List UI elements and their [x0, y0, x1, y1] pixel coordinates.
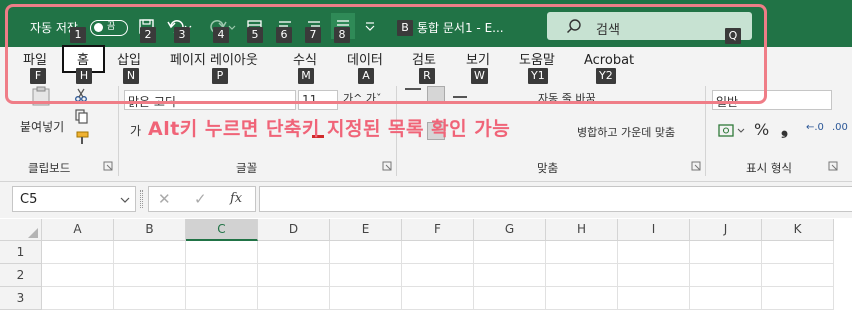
formula-input[interactable] — [259, 186, 852, 212]
clipboard-launcher-icon[interactable] — [103, 161, 113, 171]
column-header-g[interactable]: G — [474, 219, 546, 241]
column-header-j[interactable]: J — [690, 219, 762, 241]
cell-h3[interactable] — [546, 287, 618, 310]
decrease-decimal-button[interactable]: .00 — [832, 122, 848, 133]
comma-style-button[interactable]: ❟ — [781, 118, 788, 139]
keytip-highlight-box — [5, 4, 767, 104]
cell-j2[interactable] — [690, 264, 762, 287]
annotation-callout: Alt키 누르면 단축키 지정된 목록 확인 가능 — [148, 118, 511, 140]
select-all-triangle-icon — [28, 228, 38, 238]
column-header-f[interactable]: F — [402, 219, 474, 241]
insert-function-icon[interactable]: fx — [230, 191, 242, 206]
cancel-icon[interactable]: ✕ — [158, 190, 171, 208]
column-header-d[interactable]: D — [258, 219, 330, 241]
merge-center-button[interactable]: 병합하고 가운데 맞춤 — [577, 124, 675, 140]
format-painter-icon[interactable] — [74, 130, 92, 146]
cell-b2[interactable] — [114, 264, 186, 287]
cell-d1[interactable] — [258, 241, 330, 264]
cell-a2[interactable] — [42, 264, 114, 287]
column-header-c[interactable]: C — [186, 219, 258, 241]
cell-a3[interactable] — [42, 287, 114, 310]
cell-d3[interactable] — [258, 287, 330, 310]
number-launcher-icon[interactable] — [828, 161, 838, 171]
row-header-2[interactable]: 2 — [0, 264, 42, 287]
column-header-k[interactable]: K — [762, 219, 834, 241]
formula-bar-splitter[interactable] — [140, 190, 143, 208]
cell-h2[interactable] — [546, 264, 618, 287]
alignment-launcher-icon[interactable] — [691, 161, 701, 171]
percent-style-button[interactable]: % — [754, 120, 769, 139]
cell-f1[interactable] — [402, 241, 474, 264]
group-label-number: 표시 형식 — [746, 161, 792, 175]
cell-k3[interactable] — [762, 287, 834, 310]
cell-f3[interactable] — [402, 287, 474, 310]
font-launcher-icon[interactable] — [382, 161, 392, 171]
column-header-a[interactable]: A — [42, 219, 114, 241]
cell-i1[interactable] — [618, 241, 690, 264]
group-label-alignment: 맞춤 — [537, 161, 559, 175]
row-header-1[interactable]: 1 — [0, 241, 42, 264]
column-header-h[interactable]: H — [546, 219, 618, 241]
cell-k1[interactable] — [762, 241, 834, 264]
paste-label[interactable]: 붙여넣기 — [20, 118, 64, 135]
group-label-clipboard: 클립보드 — [28, 161, 71, 175]
cell-i3[interactable] — [618, 287, 690, 310]
cell-b3[interactable] — [114, 287, 186, 310]
cell-g3[interactable] — [474, 287, 546, 310]
cell-c2[interactable] — [186, 264, 258, 287]
cell-d2[interactable] — [258, 264, 330, 287]
name-box-dropdown-icon[interactable] — [120, 196, 130, 204]
column-header-i[interactable]: I — [618, 219, 690, 241]
bold-button[interactable]: 가 — [130, 122, 141, 139]
name-box-value: C5 — [20, 192, 38, 207]
cell-e1[interactable] — [330, 241, 402, 264]
cell-c1[interactable] — [186, 241, 258, 264]
column-header-e[interactable]: E — [330, 219, 402, 241]
cell-g2[interactable] — [474, 264, 546, 287]
cell-g1[interactable] — [474, 241, 546, 264]
cell-e2[interactable] — [330, 264, 402, 287]
cell-c3[interactable] — [186, 287, 258, 310]
cell-k2[interactable] — [762, 264, 834, 287]
enter-icon[interactable]: ✓ — [194, 190, 207, 208]
accounting-format-icon[interactable] — [718, 122, 748, 140]
cell-f2[interactable] — [402, 264, 474, 287]
cell-a1[interactable] — [42, 241, 114, 264]
cell-j3[interactable] — [690, 287, 762, 310]
copy-icon[interactable] — [74, 108, 90, 124]
row-header-3[interactable]: 3 — [0, 287, 42, 310]
cell-e3[interactable] — [330, 287, 402, 310]
cell-j1[interactable] — [690, 241, 762, 264]
cell-b1[interactable] — [114, 241, 186, 264]
group-label-font: 글꼴 — [236, 161, 258, 175]
increase-decimal-button[interactable]: ←.0 — [806, 122, 824, 133]
cell-i2[interactable] — [618, 264, 690, 287]
cell-h1[interactable] — [546, 241, 618, 264]
column-header-b[interactable]: B — [114, 219, 186, 241]
